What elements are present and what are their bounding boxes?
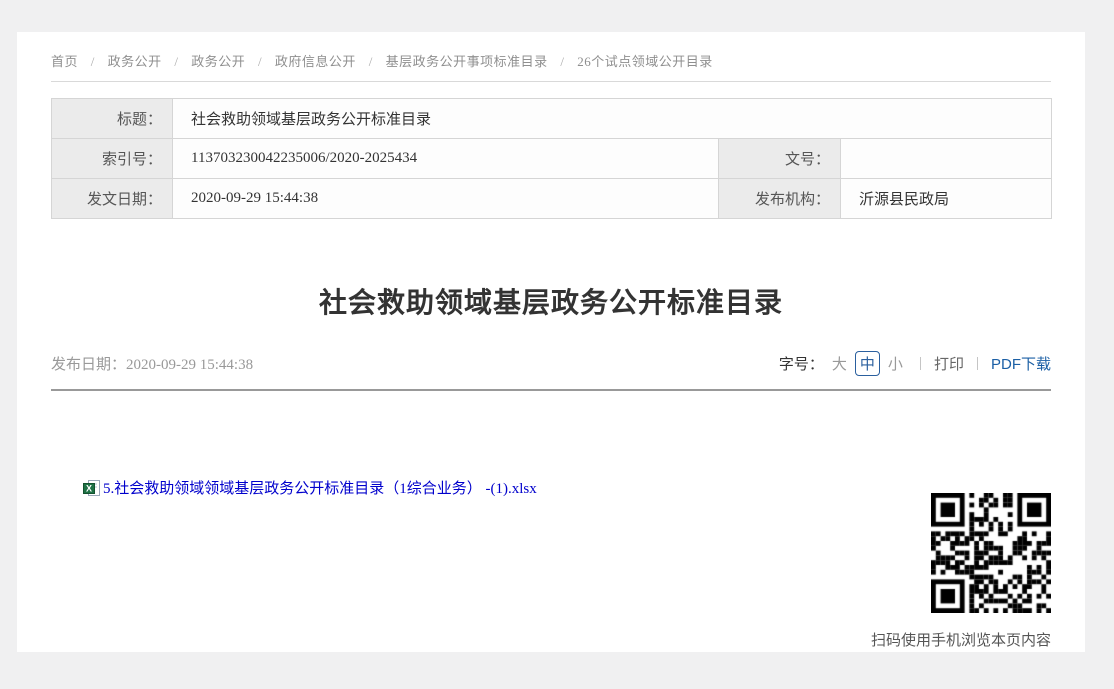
- breadcrumb: 首页 / 政务公开 / 政务公开 / 政府信息公开 / 基层政务公开事项标准目录…: [51, 32, 1051, 70]
- breadcrumb-link-home[interactable]: 首页: [51, 54, 78, 69]
- breadcrumb-separator: /: [560, 54, 564, 69]
- table-row: 索引号： 113703230042235006/2020-2025434 文号：: [52, 139, 1052, 179]
- article-body: X 5.社会救助领域领域基层政务公开标准目录（1综合业务） -(1).xlsx …: [51, 391, 1051, 650]
- article-meta-row: 发布日期：2020-09-29 15:44:38 字号： 大 中 小 | 打印 …: [51, 351, 1051, 376]
- toolbar-separator: |: [976, 355, 979, 372]
- table-row: 标题： 社会救助领域基层政务公开标准目录: [52, 99, 1052, 139]
- breadcrumb-link-1[interactable]: 政务公开: [108, 54, 162, 69]
- publish-date-value: 2020-09-29 15:44:38: [126, 357, 253, 373]
- publish-date: 发布日期：2020-09-29 15:44:38: [51, 353, 253, 374]
- breadcrumb-separator: /: [369, 54, 373, 69]
- pdf-download-link[interactable]: PDF下载: [991, 353, 1051, 374]
- print-button[interactable]: 打印: [934, 353, 964, 374]
- table-row: 发文日期： 2020-09-29 15:44:38 发布机构： 沂源县民政局: [52, 179, 1052, 219]
- breadcrumb-link-4[interactable]: 基层政务公开事项标准目录: [386, 54, 548, 69]
- attachment-link[interactable]: 5.社会救助领域领域基层政务公开标准目录（1综合业务） -(1).xlsx: [103, 477, 537, 498]
- breadcrumb-link-5[interactable]: 26个试点领域公开目录: [577, 54, 713, 69]
- toolbar-separator: |: [919, 355, 922, 372]
- breadcrumb-divider: [51, 81, 1051, 82]
- content-panel: 首页 / 政务公开 / 政务公开 / 政府信息公开 / 基层政务公开事项标准目录…: [17, 32, 1085, 652]
- issuing-org-label: 发布机构：: [719, 179, 841, 219]
- doc-number-value: [841, 139, 1052, 179]
- excel-file-icon: X: [83, 480, 100, 496]
- page-title: 社会救助领域基层政务公开标准目录: [51, 281, 1051, 321]
- issuing-org-value: 沂源县民政局: [841, 179, 1052, 219]
- breadcrumb-separator: /: [258, 54, 262, 69]
- breadcrumb-link-3[interactable]: 政府信息公开: [275, 54, 356, 69]
- index-number-label: 索引号：: [52, 139, 173, 179]
- font-size-large-button[interactable]: 大: [832, 353, 847, 374]
- breadcrumb-separator: /: [174, 54, 178, 69]
- svg-text:X: X: [86, 483, 92, 493]
- attachment-row: X 5.社会救助领域领域基层政务公开标准目录（1综合业务） -(1).xlsx: [83, 477, 537, 498]
- font-size-medium-button[interactable]: 中: [855, 351, 880, 376]
- qr-code: [931, 493, 1051, 613]
- issue-date-label: 发文日期：: [52, 179, 173, 219]
- article-toolbar: 字号： 大 中 小 | 打印 | PDF下载: [779, 351, 1051, 376]
- index-number-value: 113703230042235006/2020-2025434: [173, 139, 719, 179]
- qr-block: 扫码使用手机浏览本页内容: [871, 493, 1051, 650]
- font-size-small-button[interactable]: 小: [888, 353, 903, 374]
- breadcrumb-separator: /: [91, 54, 95, 69]
- publish-date-label: 发布日期：: [51, 357, 126, 373]
- font-size-label: 字号：: [779, 353, 824, 374]
- title-value: 社会救助领域基层政务公开标准目录: [173, 99, 1052, 139]
- document-info-table: 标题： 社会救助领域基层政务公开标准目录 索引号： 11370323004223…: [51, 98, 1052, 219]
- breadcrumb-link-2[interactable]: 政务公开: [191, 54, 245, 69]
- doc-number-label: 文号：: [719, 139, 841, 179]
- title-label: 标题：: [52, 99, 173, 139]
- issue-date-value: 2020-09-29 15:44:38: [173, 179, 719, 219]
- qr-caption: 扫码使用手机浏览本页内容: [871, 629, 1051, 650]
